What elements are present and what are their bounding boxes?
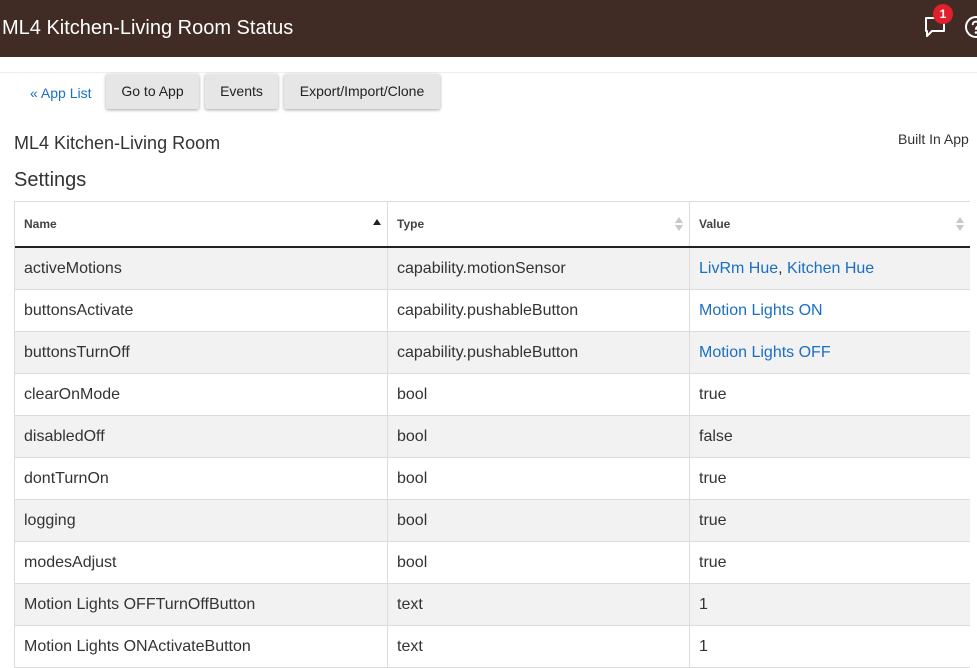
setting-name: buttonsActivate bbox=[15, 290, 388, 331]
settings-heading: Settings bbox=[14, 169, 87, 191]
setting-value: true bbox=[699, 386, 727, 403]
setting-type: capability.motionSensor bbox=[388, 248, 690, 289]
column-header-name[interactable]: Name bbox=[15, 202, 388, 246]
setting-value: 1 bbox=[699, 638, 708, 655]
table-row: Motion Lights ONActivateButton text 1 bbox=[15, 626, 970, 668]
events-button[interactable]: Events bbox=[205, 74, 278, 109]
device-link-kitchen-hue[interactable]: Kitchen Hue bbox=[787, 260, 874, 277]
device-link-motion-lights-on[interactable]: Motion Lights ON bbox=[699, 302, 823, 319]
device-link-livrm-hue[interactable]: LivRm Hue bbox=[699, 260, 778, 277]
value-separator: , bbox=[778, 260, 788, 277]
table-row: buttonsTurnOff capability.pushableButton… bbox=[15, 332, 970, 374]
device-link-motion-lights-off[interactable]: Motion Lights OFF bbox=[699, 344, 831, 361]
table-row: activeMotions capability.motionSensor Li… bbox=[15, 248, 970, 290]
setting-type: capability.pushableButton bbox=[388, 290, 690, 331]
table-row: logging bool true bbox=[15, 500, 970, 542]
setting-name: modesAdjust bbox=[15, 542, 388, 583]
table-row: Motion Lights OFFTurnOffButton text 1 bbox=[15, 584, 970, 626]
setting-value: true bbox=[699, 470, 727, 487]
table-header: Name Type Value bbox=[15, 202, 970, 248]
table-row: modesAdjust bool true bbox=[15, 542, 970, 584]
go-to-app-button[interactable]: Go to App bbox=[106, 74, 199, 109]
setting-value: Motion Lights ON bbox=[690, 290, 970, 331]
setting-value: 1 bbox=[699, 596, 708, 613]
table-row: buttonsActivate capability.pushableButto… bbox=[15, 290, 970, 332]
setting-type: text bbox=[388, 626, 690, 667]
help-icon[interactable] bbox=[963, 14, 977, 40]
setting-name: buttonsTurnOff bbox=[15, 332, 388, 373]
setting-name: Motion Lights OFFTurnOffButton bbox=[15, 584, 388, 625]
column-header-label: Value bbox=[699, 217, 731, 231]
table-row: clearOnMode bool true bbox=[15, 374, 970, 416]
sort-icon bbox=[675, 217, 683, 231]
setting-value: Motion Lights OFF bbox=[690, 332, 970, 373]
setting-type: text bbox=[388, 584, 690, 625]
setting-value: LivRm Hue, Kitchen Hue bbox=[690, 248, 970, 289]
notification-badge[interactable]: 1 bbox=[933, 4, 953, 24]
built-in-label: Built In App bbox=[898, 131, 969, 147]
nav-bar: « App List Go to App Events Export/Impor… bbox=[0, 74, 977, 112]
app-list-link[interactable]: « App List bbox=[30, 85, 92, 101]
sort-icon bbox=[956, 217, 964, 231]
setting-type: bool bbox=[388, 458, 690, 499]
setting-name: logging bbox=[15, 500, 388, 541]
top-bar: ML4 Kitchen-Living Room Status 1 bbox=[0, 0, 977, 57]
setting-value: true bbox=[699, 512, 727, 529]
column-header-label: Name bbox=[24, 217, 57, 231]
setting-name: disabledOff bbox=[15, 416, 388, 457]
setting-type: bool bbox=[388, 500, 690, 541]
setting-name: activeMotions bbox=[15, 248, 388, 289]
divider bbox=[0, 72, 977, 73]
settings-table: Name Type Value activeMotions capability… bbox=[14, 201, 970, 668]
setting-type: bool bbox=[388, 374, 690, 415]
setting-name: dontTurnOn bbox=[15, 458, 388, 499]
export-import-clone-button[interactable]: Export/Import/Clone bbox=[284, 74, 440, 109]
setting-value: true bbox=[699, 554, 727, 571]
column-header-value[interactable]: Value bbox=[690, 202, 970, 246]
table-row: disabledOff bool false bbox=[15, 416, 970, 458]
setting-name: clearOnMode bbox=[15, 374, 388, 415]
setting-value: false bbox=[699, 428, 733, 445]
column-header-type[interactable]: Type bbox=[388, 202, 690, 246]
column-header-label: Type bbox=[397, 217, 425, 231]
setting-name: Motion Lights ONActivateButton bbox=[15, 626, 388, 667]
sort-ascending-icon bbox=[373, 219, 381, 225]
setting-type: bool bbox=[388, 542, 690, 583]
app-name: ML4 Kitchen-Living Room bbox=[14, 133, 221, 153]
setting-type: capability.pushableButton bbox=[388, 332, 690, 373]
setting-type: bool bbox=[388, 416, 690, 457]
table-row: dontTurnOn bool true bbox=[15, 458, 970, 500]
page-title: ML4 Kitchen-Living Room Status bbox=[2, 17, 294, 39]
